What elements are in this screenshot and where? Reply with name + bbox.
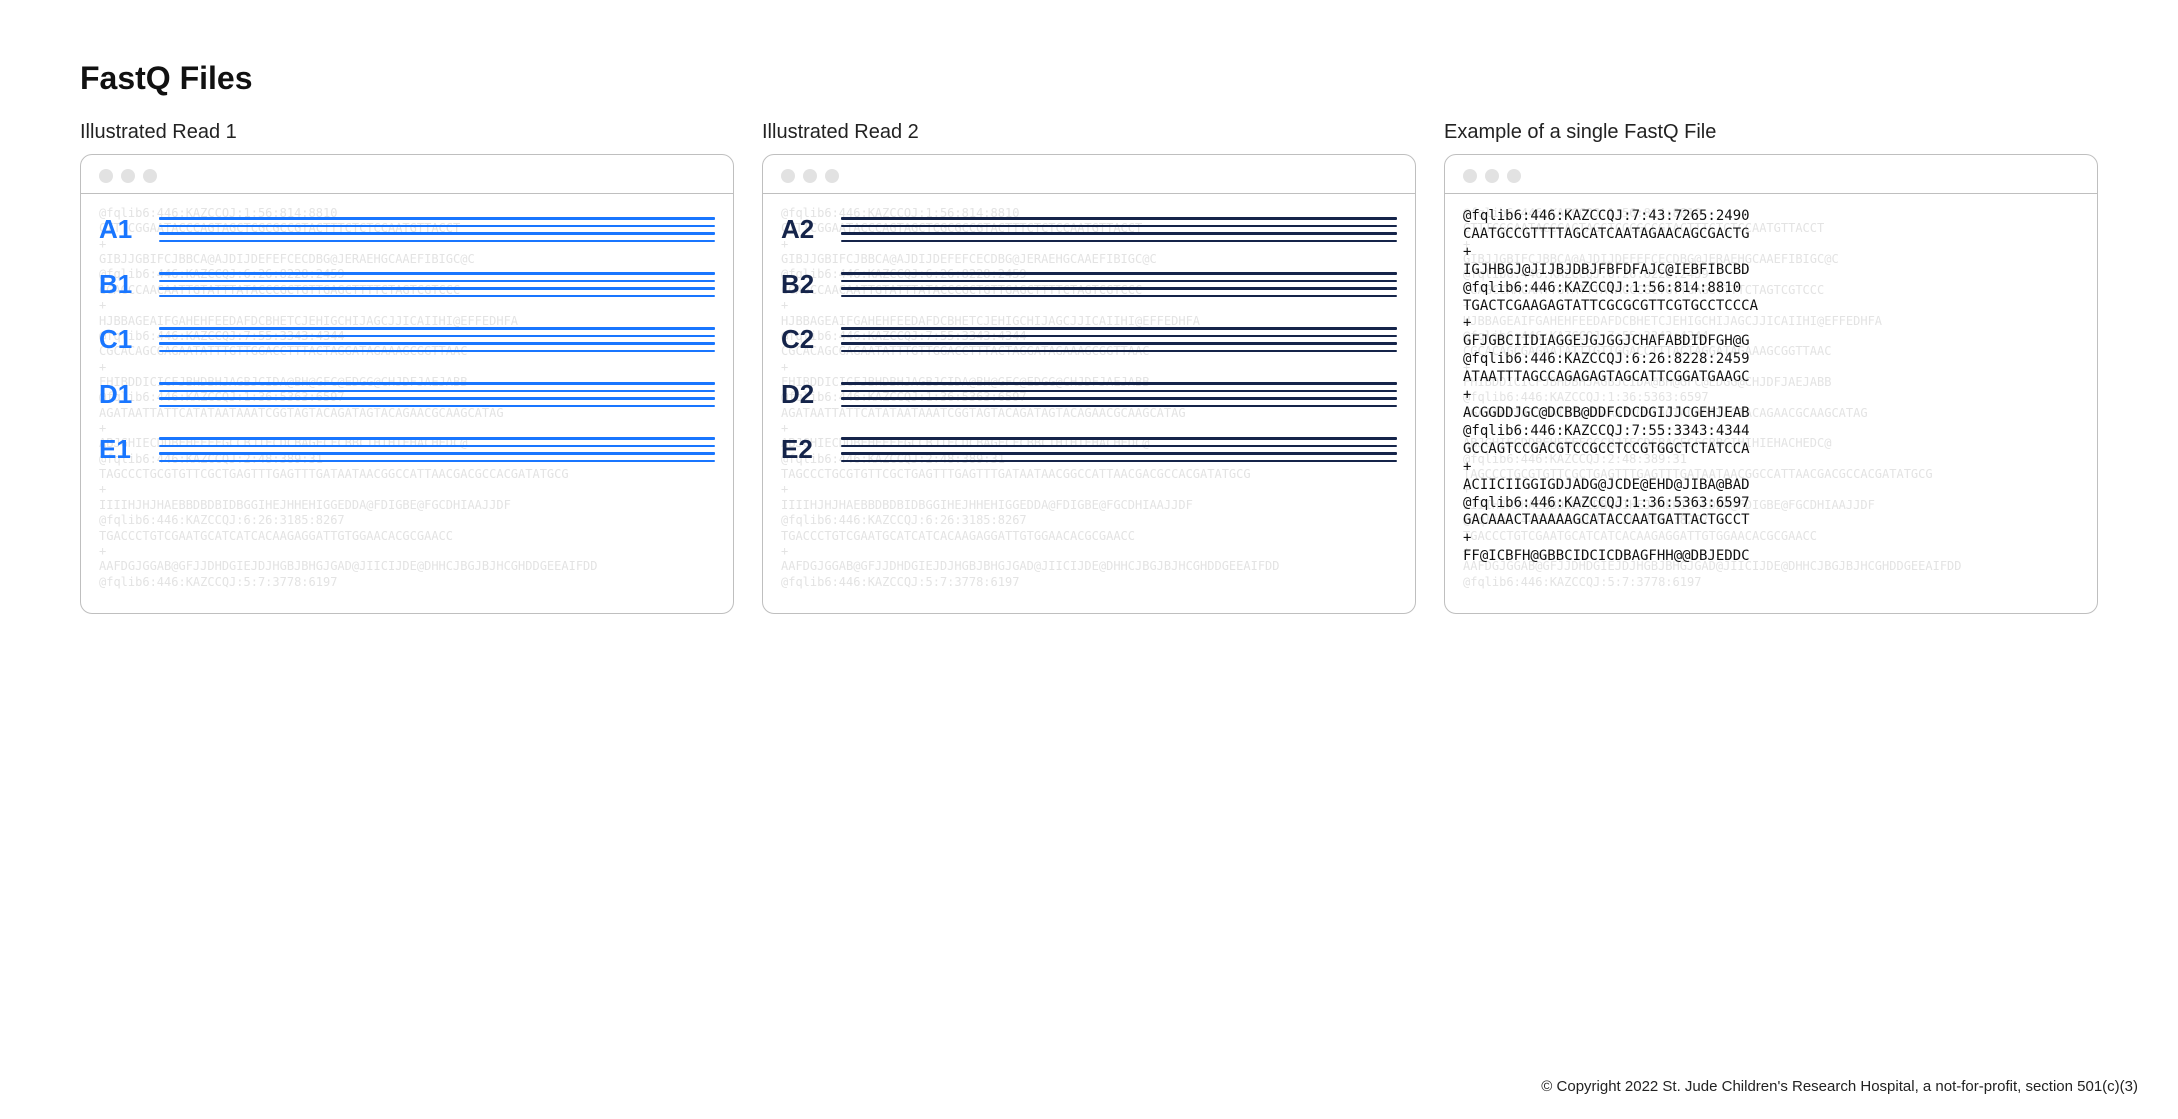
panel-example-label: Example of a single FastQ File [1444, 121, 2098, 144]
window-dot-icon [143, 169, 157, 183]
page-title: FastQ Files [80, 60, 2098, 97]
read-lines [159, 382, 715, 407]
read-row: D2 [781, 379, 1397, 410]
read-label: D2 [781, 379, 823, 410]
panels-row: Illustrated Read 1 @fqlib6:446:KAZCCQJ:1… [80, 121, 2098, 614]
window-example: @fqlib6:446:KAZCCQJ:1:56:814:8810 CTTTCG… [1444, 154, 2098, 614]
window-dot-icon [803, 169, 817, 183]
read-lines [159, 327, 715, 352]
read-lines [841, 272, 1397, 297]
panel-read2-label: Illustrated Read 2 [762, 121, 1416, 144]
window-read2: @fqlib6:446:KAZCCQJ:1:56:814:8810 CTTTCG… [762, 154, 1416, 614]
panel-read2: Illustrated Read 2 @fqlib6:446:KAZCCQJ:1… [762, 121, 1416, 614]
reads-list: A1 B1 C1 D1 E1 [99, 206, 715, 465]
read-lines [159, 217, 715, 242]
read-row: A1 [99, 214, 715, 245]
window-titlebar [763, 155, 1415, 194]
read-label: E2 [781, 434, 823, 465]
read-row: E1 [99, 434, 715, 465]
panel-read1: Illustrated Read 1 @fqlib6:446:KAZCCQJ:1… [80, 121, 734, 614]
read-row: C2 [781, 324, 1397, 355]
read-label: B2 [781, 269, 823, 300]
read-lines [159, 437, 715, 462]
fastq-example-text: @fqlib6:446:KAZCCQJ:7:43:7265:2490 CAATG… [1463, 206, 2079, 566]
copyright-text: © Copyright 2022 St. Jude Children's Res… [1541, 1078, 2138, 1095]
read-label: C1 [99, 324, 141, 355]
read-row: E2 [781, 434, 1397, 465]
read-label: A1 [99, 214, 141, 245]
window-dot-icon [825, 169, 839, 183]
reads-list: A2 B2 C2 D2 E2 [781, 206, 1397, 465]
window-dot-icon [121, 169, 135, 183]
read-label: A2 [781, 214, 823, 245]
read-lines [841, 217, 1397, 242]
window-titlebar [1445, 155, 2097, 194]
read-lines [159, 272, 715, 297]
read-row: B2 [781, 269, 1397, 300]
read-label: D1 [99, 379, 141, 410]
window-dot-icon [1485, 169, 1499, 183]
read-label: E1 [99, 434, 141, 465]
read-label: B1 [99, 269, 141, 300]
window-dot-icon [1463, 169, 1477, 183]
read-lines [841, 437, 1397, 462]
panel-example: Example of a single FastQ File @fqlib6:4… [1444, 121, 2098, 614]
read-lines [841, 382, 1397, 407]
read-row: D1 [99, 379, 715, 410]
panel-read1-label: Illustrated Read 1 [80, 121, 734, 144]
read-lines [841, 327, 1397, 352]
window-titlebar [81, 155, 733, 194]
window-dot-icon [1507, 169, 1521, 183]
window-dot-icon [781, 169, 795, 183]
window-dot-icon [99, 169, 113, 183]
window-read1: @fqlib6:446:KAZCCQJ:1:56:814:8810 CTTTCG… [80, 154, 734, 614]
read-label: C2 [781, 324, 823, 355]
read-row: A2 [781, 214, 1397, 245]
read-row: B1 [99, 269, 715, 300]
read-row: C1 [99, 324, 715, 355]
